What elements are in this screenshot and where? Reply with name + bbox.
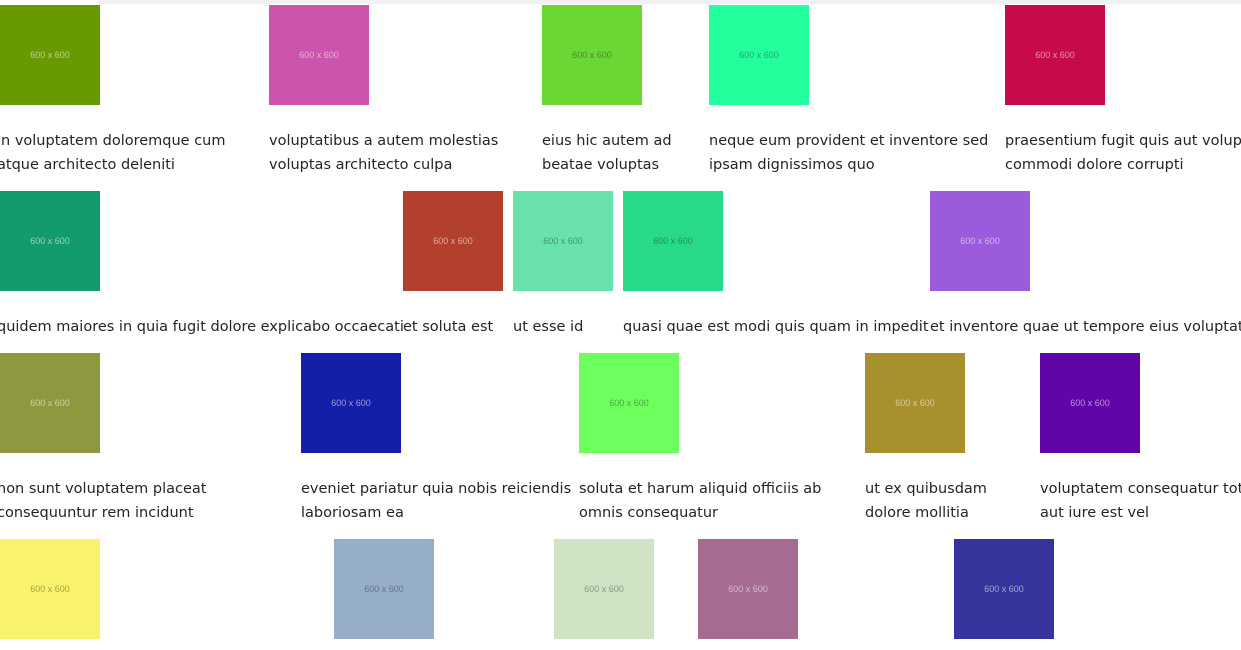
thumbnail-image[interactable]: 600 x 600 xyxy=(403,191,503,291)
caption-line: ipsam dignissimos quo xyxy=(709,157,875,173)
thumbnail-image[interactable]: 600 x 600 xyxy=(1040,353,1140,453)
caption-line: eveniet pariatur quia nobis reiciendis xyxy=(301,481,572,497)
thumbnail-placeholder-label: 600 x 600 xyxy=(331,398,371,408)
thumbnail-placeholder-label: 600 x 600 xyxy=(609,398,649,408)
card-caption: soluta et harum aliquid officiis ab omnis… xyxy=(579,477,899,525)
card-caption: quasi quae est modi quis quam in impedit xyxy=(623,315,943,339)
thumbnail-image[interactable]: 600 x 600 xyxy=(269,5,369,105)
caption-line: neque eum provident et inventore sed xyxy=(709,133,989,149)
thumbnail-placeholder-label: 600 x 600 xyxy=(1070,398,1110,408)
thumbnail-placeholder-label: 600 x 600 xyxy=(984,584,1024,594)
thumbnail-image[interactable]: 600 x 600 xyxy=(709,5,809,105)
caption-line: voluptatibus a autem molestias xyxy=(269,133,499,149)
caption-line: praesentium fugit quis aut volupta xyxy=(1005,133,1241,149)
thumbnail-image[interactable]: 600 x 600 xyxy=(579,353,679,453)
card-caption: neque eum provident et inventore sed ipsa… xyxy=(709,129,1029,177)
thumbnail-image[interactable]: 600 x 600 xyxy=(0,191,100,291)
thumbnail-placeholder-label: 600 x 600 xyxy=(895,398,935,408)
caption-line: non sunt voluptatem placeat xyxy=(0,481,207,497)
thumbnail-image[interactable]: 600 x 600 xyxy=(301,353,401,453)
card-caption: et inventore quae ut tempore eius volupt… xyxy=(930,315,1241,339)
thumbnail-placeholder-label: 600 x 600 xyxy=(584,584,624,594)
thumbnail-placeholder-label: 600 x 600 xyxy=(30,236,70,246)
caption-line: et inventore quae ut tempore eius volupt… xyxy=(930,319,1241,335)
thumbnail-placeholder-label: 600 x 600 xyxy=(572,50,612,60)
thumbnail-image[interactable]: 600 x 600 xyxy=(930,191,1030,291)
thumbnail-placeholder-label: 600 x 600 xyxy=(364,584,404,594)
thumbnail-placeholder-label: 600 x 600 xyxy=(433,236,473,246)
thumbnail-placeholder-label: 600 x 600 xyxy=(653,236,693,246)
thumbnail-placeholder-label: 600 x 600 xyxy=(30,50,70,60)
thumbnail-placeholder-label: 600 x 600 xyxy=(299,50,339,60)
thumbnail-image[interactable]: 600 x 600 xyxy=(698,539,798,639)
thumbnail-image[interactable]: 600 x 600 xyxy=(0,539,100,639)
caption-line: commodi dolore corrupti xyxy=(1005,157,1184,173)
caption-line: soluta et harum aliquid officiis ab xyxy=(579,481,822,497)
thumbnail-placeholder-label: 600 x 600 xyxy=(30,584,70,594)
caption-line: quidem maiores in quia fugit dolore expl… xyxy=(0,319,404,335)
caption-line: quasi quae est modi quis quam in impedit xyxy=(623,319,929,335)
card-caption: quidem maiores in quia fugit dolore expl… xyxy=(0,315,404,339)
caption-line: consequuntur rem incidunt xyxy=(0,505,194,521)
caption-line: laboriosam ea xyxy=(301,505,404,521)
thumbnail-image[interactable]: 600 x 600 xyxy=(865,353,965,453)
thumbnail-image[interactable]: 600 x 600 xyxy=(554,539,654,639)
card-caption: voluptatem consequatur tota aut iure est … xyxy=(1040,477,1241,525)
thumbnail-image[interactable]: 600 x 600 xyxy=(0,353,100,453)
card-caption: voluptatibus a autem molestias voluptas a… xyxy=(269,129,589,177)
thumbnail-placeholder-label: 600 x 600 xyxy=(739,50,779,60)
thumbnail-placeholder-label: 600 x 600 xyxy=(960,236,1000,246)
thumbnail-placeholder-label: 600 x 600 xyxy=(543,236,583,246)
thumbnail-image[interactable]: 600 x 600 xyxy=(513,191,613,291)
card-caption: non sunt voluptatem placeat consequuntur … xyxy=(0,477,317,525)
caption-line: voluptas architecto culpa xyxy=(269,157,453,173)
caption-line: voluptatem consequatur tota xyxy=(1040,481,1241,497)
caption-line: omnis consequatur xyxy=(579,505,719,521)
thumbnail-image[interactable]: 600 x 600 xyxy=(1005,5,1105,105)
thumbnail-placeholder-label: 600 x 600 xyxy=(30,398,70,408)
card-caption: praesentium fugit quis aut volupta commod… xyxy=(1005,129,1241,177)
caption-line: aut iure est vel xyxy=(1040,505,1150,521)
thumbnail-image[interactable]: 600 x 600 xyxy=(954,539,1054,639)
thumbnail-image[interactable]: 600 x 600 xyxy=(0,5,100,105)
thumbnail-placeholder-label: 600 x 600 xyxy=(728,584,768,594)
photo-gallery: 600 x 600 in voluptatem doloremque cum atq… xyxy=(0,0,1241,650)
thumbnail-image[interactable]: 600 x 600 xyxy=(334,539,434,639)
card-caption: eveniet pariatur quia nobis reiciendis la… xyxy=(301,477,621,525)
thumbnail-image[interactable]: 600 x 600 xyxy=(542,5,642,105)
thumbnail-image[interactable]: 600 x 600 xyxy=(623,191,723,291)
thumbnail-placeholder-label: 600 x 600 xyxy=(1035,50,1075,60)
